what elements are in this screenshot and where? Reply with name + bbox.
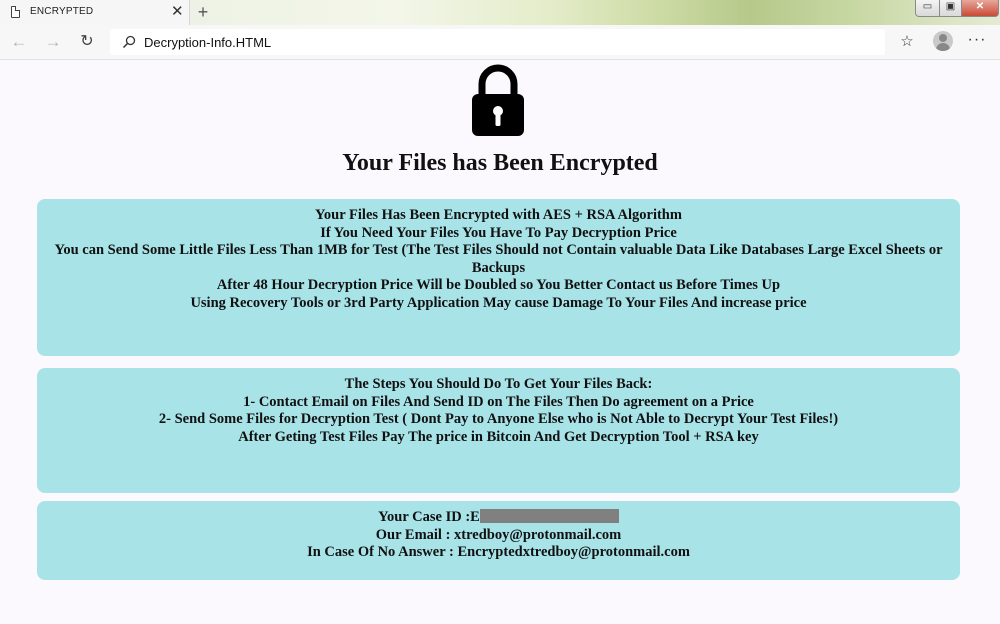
info-line: If You Need Your Files You Have To Pay D… [320, 224, 677, 241]
browser-toolbar: ← → ↻ Decryption-Info.HTML ☆ ··· [0, 25, 1000, 60]
email-line: Our Email : xtredboy@protonmail.com [375, 526, 622, 543]
search-icon [122, 35, 136, 49]
steps-line: After Geting Test Files Pay The price in… [238, 428, 759, 445]
favorites-icon[interactable]: ☆ [896, 32, 918, 52]
more-icon[interactable]: ··· [966, 31, 988, 51]
forward-arrow-icon[interactable]: → [42, 32, 64, 52]
lock-icon [472, 64, 524, 136]
tab-close-button[interactable]: ✕ [171, 3, 184, 20]
title-bar: ENCRYPTED ✕ + ▭ ▣ ✕ [0, 0, 1000, 25]
profile-icon[interactable] [933, 31, 953, 51]
tab-title: ENCRYPTED [30, 6, 94, 17]
redacted-case-id [479, 509, 619, 523]
ransom-info-box: Your Files Has Been Encrypted with AES +… [37, 199, 960, 356]
back-arrow-icon[interactable]: ← [8, 32, 30, 52]
page-icon [11, 6, 20, 18]
page-content: Your Files has Been Encrypted Your Files… [0, 60, 1000, 624]
close-window-button[interactable]: ✕ [961, 0, 999, 17]
steps-line: The Steps You Should Do To Get Your File… [344, 376, 653, 392]
url-text[interactable]: Decryption-Info.HTML [144, 35, 271, 50]
steps-box: The Steps You Should Do To Get Your File… [37, 368, 960, 493]
case-id-line: Your Case ID :E [49, 509, 948, 527]
no-answer-line: In Case Of No Answer : Encryptedxtredboy… [307, 544, 690, 560]
address-bar[interactable]: Decryption-Info.HTML [110, 29, 885, 55]
steps-line: 2- Send Some Files for Decryption Test (… [158, 411, 839, 427]
steps-line: 1- Contact Email on Files And Send ID on… [243, 393, 754, 410]
info-line: Using Recovery Tools or 3rd Party Applic… [190, 294, 807, 311]
minimize-button[interactable]: ▭ [915, 0, 940, 17]
case-id-label: Your Case ID :E [378, 509, 480, 525]
info-line: You can Send Some Little Files Less Than… [54, 242, 943, 276]
info-line: After 48 Hour Decryption Price Will be D… [216, 277, 781, 293]
maximize-button[interactable]: ▣ [939, 0, 962, 17]
reload-icon[interactable]: ↻ [76, 32, 98, 52]
info-line: Your Files Has Been Encrypted with AES +… [315, 207, 682, 223]
contact-box: Your Case ID :E Our Email : xtredboy@pro… [37, 501, 960, 580]
browser-tab[interactable]: ENCRYPTED ✕ [0, 0, 190, 25]
new-tab-button[interactable]: + [193, 1, 213, 23]
page-title: Your Files has Been Encrypted [342, 150, 658, 176]
